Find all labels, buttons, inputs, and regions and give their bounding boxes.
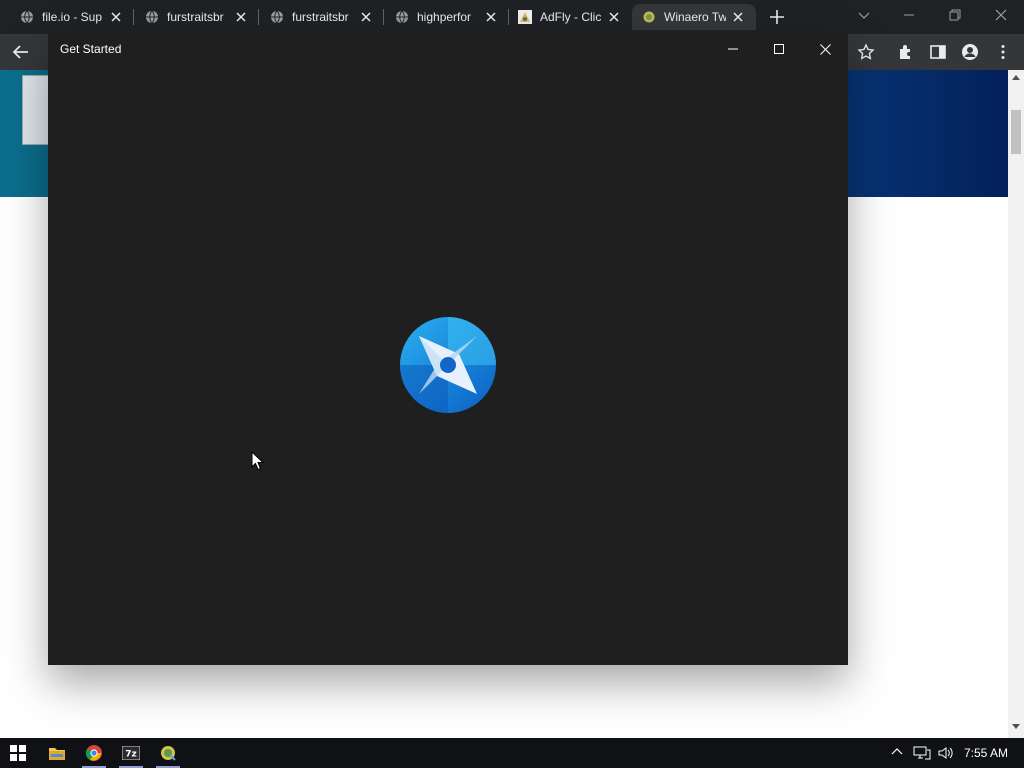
show-hidden-icons-chevron-icon[interactable] xyxy=(891,745,903,759)
minimize-icon[interactable] xyxy=(902,8,916,22)
adfly-icon xyxy=(518,10,532,24)
tab-title: highperfor xyxy=(417,10,472,24)
window-maximize-button[interactable] xyxy=(756,40,802,58)
volume-icon[interactable] xyxy=(937,745,955,761)
scrollbar-thumb[interactable] xyxy=(1011,110,1021,154)
tab-fileio[interactable]: file.io - Sup xyxy=(20,4,124,30)
close-tab-icon[interactable] xyxy=(730,9,746,25)
bookmark-star-icon[interactable] xyxy=(857,43,875,61)
tab-search-chevron-icon[interactable] xyxy=(857,8,871,22)
file-explorer-icon xyxy=(49,748,65,760)
start-icon xyxy=(10,745,26,761)
extensions-puzzle-icon[interactable] xyxy=(897,43,915,61)
start-button[interactable] xyxy=(2,738,34,768)
close-tab-icon[interactable] xyxy=(606,9,622,25)
winaero-icon xyxy=(643,11,655,23)
side-panel-icon[interactable] xyxy=(929,43,947,61)
tab-highperformance[interactable]: highperfor xyxy=(395,4,499,30)
restore-icon[interactable] xyxy=(948,8,962,22)
tab-title: AdFly - Clic xyxy=(540,10,602,24)
page-scrollbar[interactable] xyxy=(1008,70,1024,738)
new-tab-icon[interactable] xyxy=(768,8,786,26)
chrome-icon xyxy=(85,745,102,761)
maximize-icon xyxy=(774,44,784,54)
mouse-cursor-icon xyxy=(251,451,265,471)
tab-winaero-tweaker[interactable]: Winaero Tw xyxy=(632,4,756,30)
window-close-button[interactable] xyxy=(802,40,848,58)
network-icon[interactable] xyxy=(913,745,931,761)
tab-furstraits-1[interactable]: furstraitsbr xyxy=(145,4,249,30)
tab-title: furstraitsbr xyxy=(167,10,224,24)
taskbar-winaero-tweaker[interactable] xyxy=(152,738,184,768)
profile-avatar-icon[interactable] xyxy=(961,43,979,61)
taskbar-chrome[interactable] xyxy=(78,738,110,768)
taskbar-file-explorer[interactable] xyxy=(41,738,73,768)
winaero-tweaker-icon xyxy=(161,746,176,761)
close-tab-icon[interactable] xyxy=(483,9,499,25)
close-window-icon[interactable] xyxy=(994,8,1008,22)
globe-icon xyxy=(396,10,408,24)
scroll-down-arrow-icon[interactable] xyxy=(1012,724,1020,730)
tab-title: file.io - Sup xyxy=(42,10,103,24)
tab-title: furstraitsbr xyxy=(292,10,349,24)
taskbar-clock[interactable]: 7:55 AM xyxy=(964,746,1008,760)
tab-adfly[interactable]: AdFly - Clic xyxy=(518,4,622,30)
kebab-menu-icon[interactable] xyxy=(994,43,1012,61)
close-tab-icon[interactable] xyxy=(358,9,374,25)
svg-text:7z: 7z xyxy=(125,750,137,760)
tab-title: Winaero Tw xyxy=(664,10,726,24)
tab-furstraits-2[interactable]: furstraitsbr xyxy=(270,4,374,30)
get-started-window: Get Started xyxy=(48,34,848,665)
windows-taskbar: 7z 7:55 AM xyxy=(0,738,1024,768)
close-icon xyxy=(819,43,831,55)
globe-icon xyxy=(271,10,283,24)
taskbar-7zip[interactable]: 7z xyxy=(115,738,147,768)
close-tab-icon[interactable] xyxy=(233,9,249,25)
get-started-app-logo-icon xyxy=(400,317,496,413)
close-tab-icon[interactable] xyxy=(108,9,124,25)
window-minimize-button[interactable] xyxy=(710,40,756,58)
globe-icon xyxy=(146,10,158,24)
browser-tabstrip: file.io - Sup furstraitsbr furstraitsbr … xyxy=(0,0,1024,34)
globe-icon xyxy=(21,10,33,24)
back-arrow-icon[interactable] xyxy=(12,43,30,61)
7zip-icon: 7z xyxy=(122,746,140,760)
scroll-up-arrow-icon[interactable] xyxy=(1012,74,1020,80)
minimize-icon xyxy=(728,48,738,50)
window-title: Get Started xyxy=(60,42,122,56)
